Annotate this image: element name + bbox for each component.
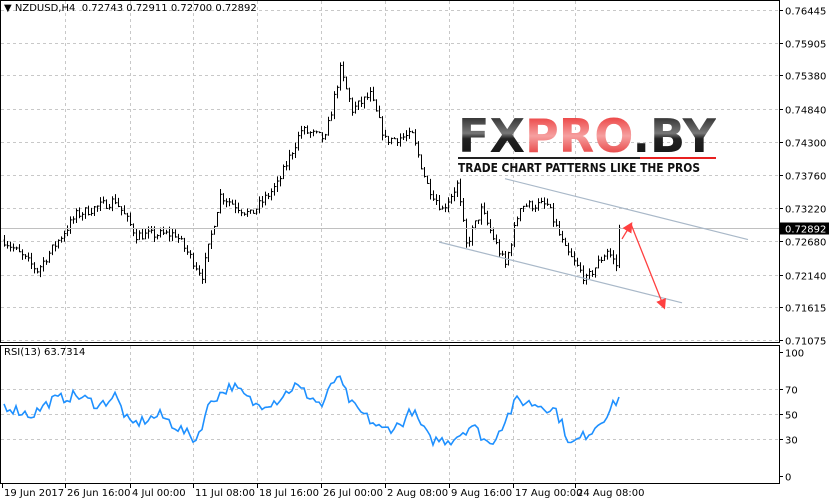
chart-canvas[interactable]: 0.76445 0.75905 0.75380 0.74840 0.74300 0.737… [0, 0, 829, 504]
projection-arrow [621, 221, 633, 240]
close-value: 0.72892 [215, 3, 257, 14]
open-value: 0.72743 [81, 3, 124, 14]
time-tick-label: 26 Jul 00:00 [323, 488, 383, 499]
time-tick-label: 4 Jul 00:00 [132, 488, 186, 499]
price-tick-label: 0.72140 [785, 272, 826, 283]
time-tick-label: 2 Aug 08:00 [387, 488, 448, 499]
price-tick-label: 0.74840 [785, 106, 826, 117]
price-tick-label: 0.72680 [785, 238, 826, 249]
rsi-tick-label: 100 [785, 349, 804, 360]
current-price-label: 0.72892 [785, 225, 826, 236]
chart-window: 0.76445 0.75905 0.75380 0.74840 0.74300 0.737… [0, 0, 829, 504]
rsi-tick-label: 30 [785, 436, 798, 447]
price-tick-label: 0.76445 [785, 7, 826, 18]
fxpro-logo: FXPRO.BY TRADE CHART PATTERNS LIKE THE P… [458, 112, 716, 174]
rsi-line [3, 375, 620, 448]
symbol-label: NZDUSD,H4 [14, 3, 76, 14]
rsi-label: RSI(13) 63.7314 [4, 347, 85, 358]
price-tick-label: 0.71075 [785, 337, 826, 348]
time-tick-label: 11 Jul 08:00 [195, 488, 255, 499]
rsi-tick-label: 0 [785, 473, 791, 484]
rsi-title: RSI(13) [4, 347, 41, 358]
rsi-tick-label: 70 [785, 386, 798, 397]
time-tick-label: 26 Jun 16:00 [67, 488, 131, 499]
rsi-tick-label: 50 [785, 411, 798, 422]
collapse-triangle-icon[interactable]: ▼ [4, 3, 12, 14]
price-tick-label: 0.73220 [785, 205, 826, 216]
channel-lower-line [438, 241, 683, 304]
svg-text:FXPRO.BY: FXPRO.BY [458, 112, 716, 163]
price-tick-label: 0.74300 [785, 139, 826, 150]
svg-text:TRADE CHART PATTERNS LIKE THE: TRADE CHART PATTERNS LIKE THE PROS [458, 161, 700, 174]
time-tick-label: 17 Aug 00:00 [515, 488, 582, 499]
time-tick-label: 18 Jul 16:00 [259, 488, 319, 499]
time-tick-label: 19 Jun 2017 [4, 488, 64, 499]
price-tick-label: 0.73760 [785, 172, 826, 183]
high-value: 0.72911 [126, 3, 168, 14]
price-tick-label: 0.75380 [785, 72, 826, 83]
price-tick-label: 0.75905 [785, 40, 826, 51]
rsi-value: 63.7314 [43, 347, 86, 358]
low-value: 0.72700 [170, 3, 213, 14]
price-tick-label: 0.71615 [785, 304, 826, 315]
time-tick-label: 24 Aug 08:00 [577, 488, 644, 499]
time-tick-label: 9 Aug 16:00 [451, 488, 512, 499]
symbol-header: ▼ NZDUSD,H4 0.72743 0.72911 0.72700 0.72… [4, 3, 257, 14]
